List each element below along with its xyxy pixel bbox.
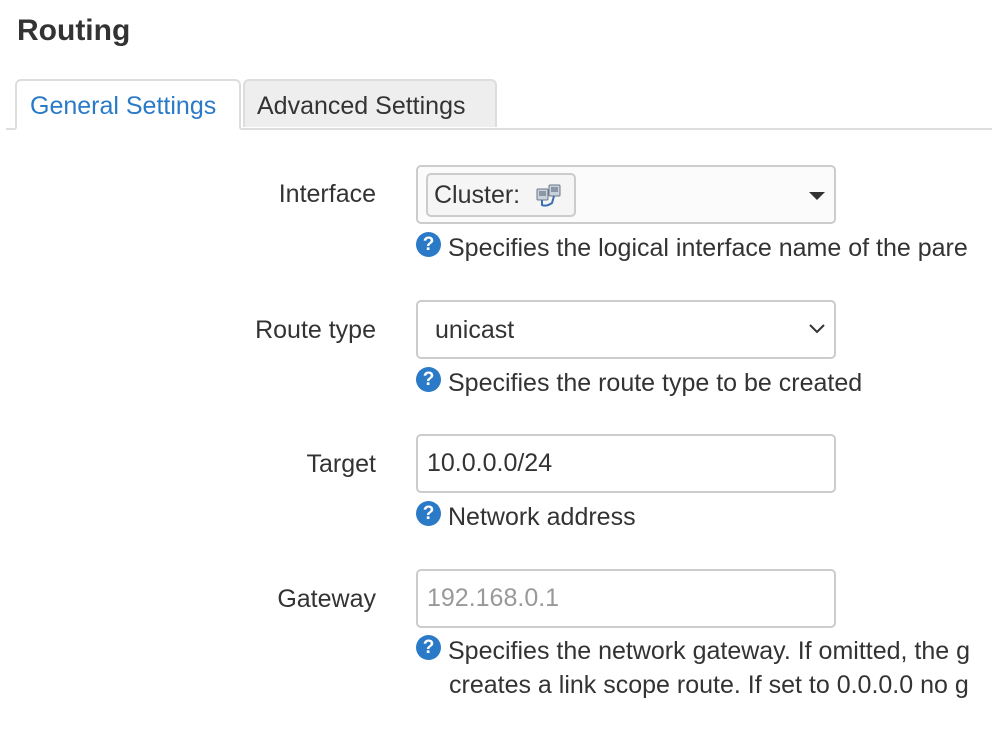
interface-help: ? Specifies the logical interface name of… <box>416 231 968 265</box>
gateway-help-text-line1: Specifies the network gateway. If omitte… <box>448 637 971 665</box>
gateway-help-text-line2: creates a link scope route. If set to 0.… <box>449 671 969 699</box>
gateway-label: Gateway <box>277 585 376 613</box>
route-type-help-text: Specifies the route type to be created <box>448 369 863 397</box>
chevron-down-icon <box>809 324 825 334</box>
route-type-value: unicast <box>435 316 515 344</box>
caret-down-icon[interactable] <box>809 192 825 200</box>
interface-select[interactable]: Cluster: <box>416 165 836 224</box>
route-type-select[interactable]: unicast <box>416 300 836 359</box>
route-type-help: ? Specifies the route type to be created <box>416 366 862 400</box>
gateway-field[interactable] <box>416 569 836 628</box>
tab-general-settings[interactable]: General Settings <box>15 79 241 130</box>
network-interfaces-icon <box>536 184 561 207</box>
page-title: Routing <box>17 14 131 47</box>
interface-chip-label: Cluster: <box>434 181 521 209</box>
target-help: ? Network address <box>416 500 636 534</box>
tab-bar: General Settings Advanced Settings <box>6 79 992 130</box>
target-label: Target <box>306 450 376 478</box>
gateway-help: ? Specifies the network gateway. If omitt… <box>416 634 970 702</box>
help-icon[interactable]: ? <box>416 635 441 660</box>
gateway-input[interactable] <box>418 571 817 626</box>
target-input[interactable] <box>418 436 817 491</box>
routing-page: Routing General Settings Advanced Settin… <box>0 0 992 748</box>
interface-chip[interactable]: Cluster: <box>426 173 576 217</box>
target-help-text: Network address <box>448 503 636 531</box>
interface-help-text: Specifies the logical interface name of … <box>448 234 968 262</box>
interface-label: Interface <box>278 180 376 208</box>
target-field[interactable] <box>416 434 836 493</box>
help-icon[interactable]: ? <box>416 501 441 526</box>
route-type-label: Route type <box>255 316 376 344</box>
help-icon[interactable]: ? <box>416 367 441 392</box>
help-icon[interactable]: ? <box>416 232 441 257</box>
tab-advanced-settings[interactable]: Advanced Settings <box>243 79 497 127</box>
